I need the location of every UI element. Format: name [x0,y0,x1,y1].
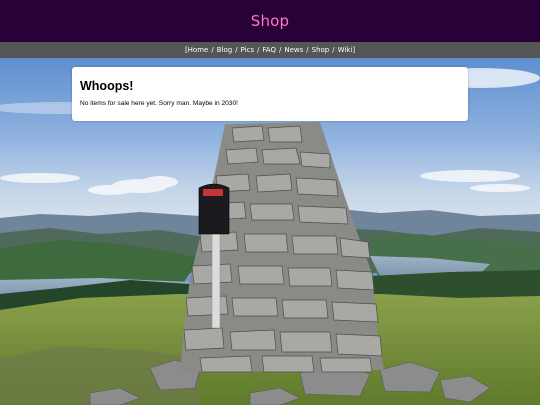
nav-separator: / [306,46,309,54]
nav-link-home[interactable]: Home [188,46,209,54]
nav-link-shop[interactable]: Shop [312,46,330,54]
nav-separator: / [211,46,214,54]
nav-separator: / [278,46,282,54]
site-header: Shop [0,0,540,42]
message-card: Whoops! No items for sale here yet. Sorr… [72,67,468,121]
nav-link-pics[interactable]: Pics [241,46,255,54]
nav-close-bracket: ] [352,46,356,54]
card-message: No items for sale here yet. Sorry man. M… [80,100,238,107]
nav-link-wiki[interactable]: Wiki [338,46,353,54]
card-title: Whoops! [80,79,134,93]
nav-link-faq[interactable]: FAQ [262,46,276,54]
nav-separator: / [235,46,238,54]
nav-link-news[interactable]: News [284,46,303,54]
nav-separator: / [332,46,335,54]
site-nav: [ Home / Blog / Pics / FAQ / News / Shop… [0,42,540,58]
page-title: Shop [250,12,290,30]
nav-separator: / [257,46,260,54]
nav-link-blog[interactable]: Blog [217,46,232,54]
